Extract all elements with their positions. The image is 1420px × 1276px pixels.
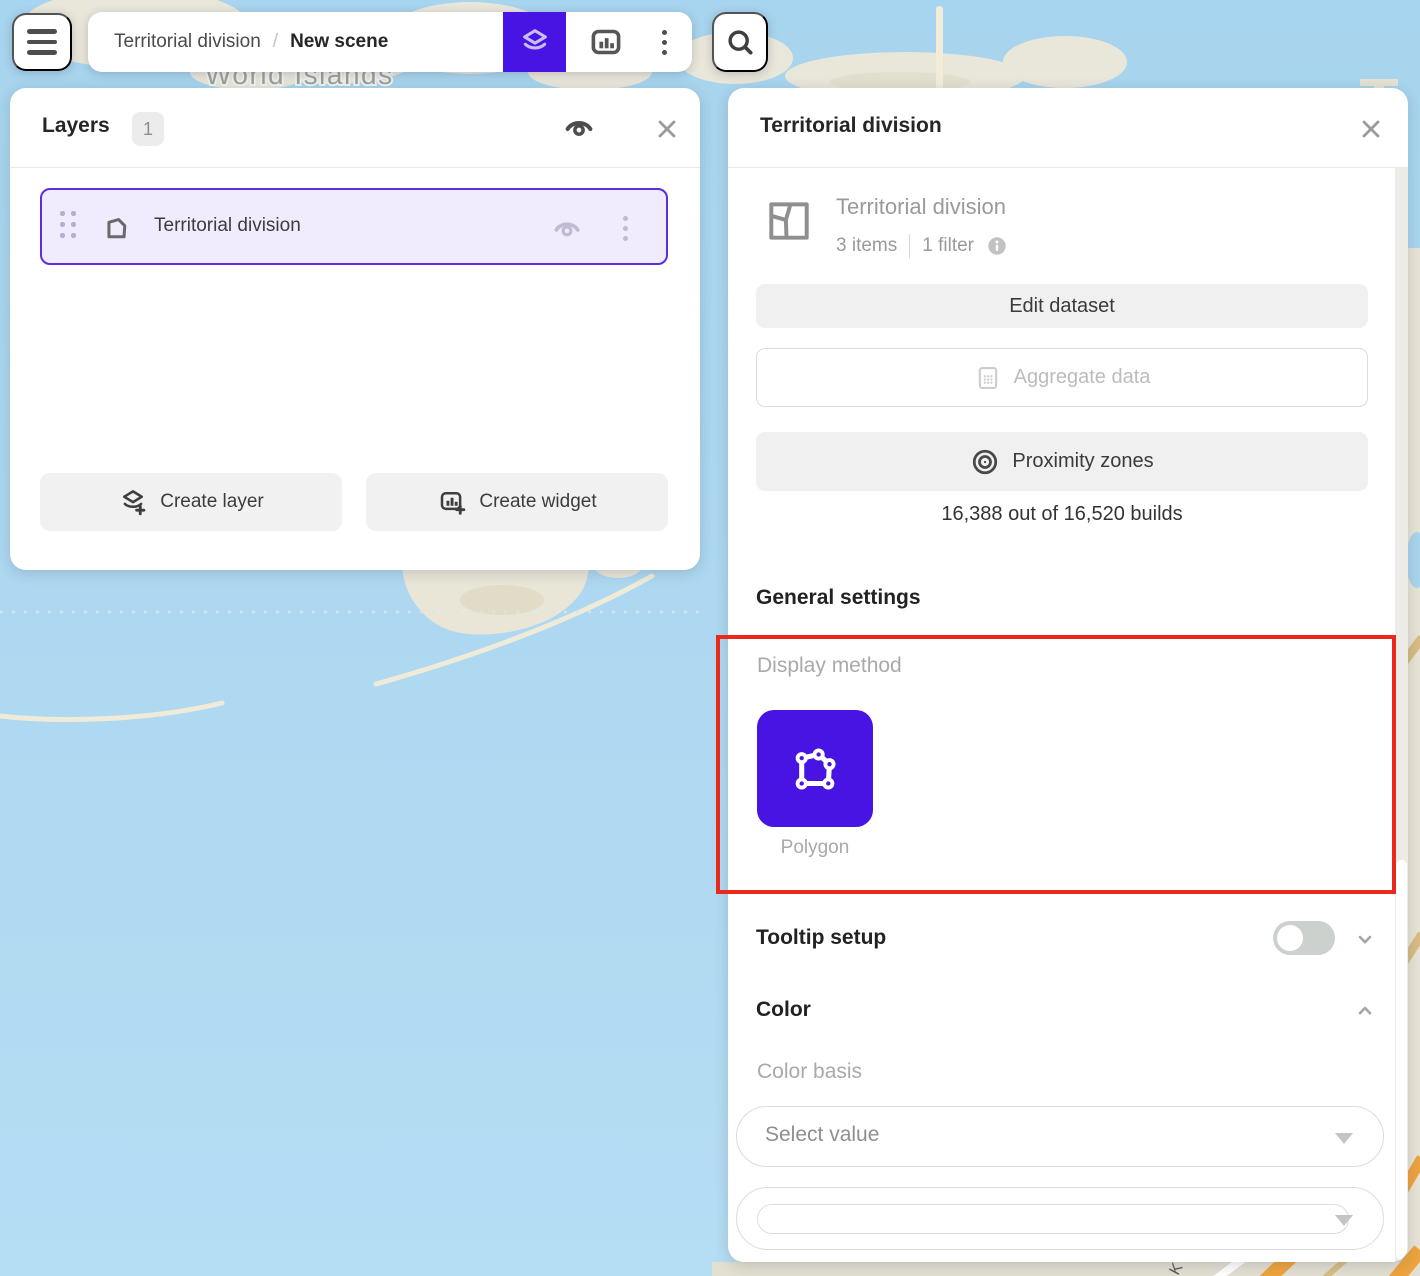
layers-panel-close-button[interactable] (650, 112, 684, 146)
layers-panel: Layers 1 Territorial division (10, 88, 700, 570)
create-layer-label: Create layer (160, 491, 264, 513)
display-method-polygon-tile[interactable] (757, 710, 873, 827)
main-menu-button[interactable] (12, 13, 72, 71)
dataset-items-count: 3 items (836, 235, 897, 257)
drag-handle-icon[interactable] (60, 211, 77, 239)
breadcrumb-project[interactable]: Territorial division (114, 31, 261, 53)
map-bridge-line (936, 6, 943, 90)
document-grid-icon (974, 364, 1002, 392)
dataset-filters-count: 1 filter (922, 235, 974, 257)
hamburger-icon (27, 29, 57, 34)
scene-toolbar: Territorial division / New scene (88, 12, 692, 72)
breadcrumb-separator: / (273, 31, 278, 53)
settings-scrollbar-track (1395, 168, 1408, 1262)
layers-visibility-toggle-button[interactable] (562, 110, 596, 144)
display-method-selected-label: Polygon (757, 837, 873, 859)
create-layer-icon (118, 487, 148, 517)
layers-panel-title: Layers (42, 114, 110, 138)
create-widget-label: Create widget (479, 491, 596, 513)
kebab-icon (623, 216, 628, 241)
tooltip-setup-heading: Tooltip setup (756, 926, 886, 950)
toggle-knob (1277, 925, 1303, 951)
meta-separator (909, 234, 910, 258)
layer-settings-panel: Territorial division Territorial divisio… (728, 88, 1408, 1262)
dropdown-arrow-icon (1335, 1133, 1353, 1144)
layer-menu-button[interactable] (608, 211, 642, 245)
color-ramp-select[interactable] (736, 1187, 1384, 1250)
settings-panel-close-button[interactable] (1354, 112, 1388, 146)
color-section-collapse-button[interactable] (1350, 996, 1380, 1026)
proximity-zones-button[interactable]: Proximity zones (756, 432, 1368, 491)
dropdown-arrow-icon (1335, 1215, 1353, 1226)
color-basis-select-placeholder: Select value (765, 1123, 879, 1147)
general-settings-heading: General settings (756, 586, 921, 610)
edit-dataset-label: Edit dataset (1009, 295, 1115, 318)
dataset-meta: 3 items 1 filter (836, 234, 1008, 258)
display-method-label: Display method (757, 654, 902, 678)
eye-icon (552, 216, 582, 240)
aggregate-data-label: Aggregate data (1014, 366, 1151, 389)
chevron-up-icon (1353, 999, 1377, 1023)
layers-icon (518, 25, 552, 59)
color-basis-label: Color basis (757, 1060, 862, 1084)
widgets-mode-button[interactable] (578, 12, 634, 72)
settings-panel-header: Territorial division (728, 88, 1408, 168)
tooltip-toggle[interactable] (1273, 921, 1335, 955)
create-layer-button[interactable]: Create layer (40, 473, 342, 531)
dataset-map-icon (764, 196, 814, 246)
proximity-zones-label: Proximity zones (1012, 450, 1153, 473)
layer-visibility-toggle-button[interactable] (550, 211, 584, 245)
polygon-icon (100, 212, 133, 245)
create-widget-button[interactable]: Create widget (366, 473, 668, 531)
layers-mode-button[interactable] (503, 12, 566, 72)
dataset-name: Territorial division (836, 194, 1006, 220)
tooltip-section-expand-button[interactable] (1350, 924, 1380, 954)
info-icon[interactable] (986, 235, 1008, 257)
target-icon (970, 447, 1000, 477)
eye-icon (563, 114, 595, 140)
search-button[interactable] (712, 12, 768, 72)
builds-status: 16,388 out of 16,520 builds (728, 503, 1396, 526)
settings-panel-title: Territorial division (760, 114, 942, 138)
aggregate-data-button[interactable]: Aggregate data (756, 348, 1368, 407)
settings-scrollbar-thumb[interactable] (1396, 860, 1407, 1260)
color-basis-select[interactable]: Select value (736, 1106, 1384, 1167)
layers-panel-header: Layers 1 (10, 88, 700, 168)
chevron-down-icon (1353, 927, 1377, 951)
layer-name: Territorial division (154, 215, 301, 237)
color-ramp-preview (757, 1204, 1349, 1234)
polygon-nodes-icon (786, 740, 844, 798)
kebab-icon (662, 30, 667, 55)
toolbar-menu-button[interactable] (640, 12, 688, 72)
edit-dataset-button[interactable]: Edit dataset (756, 284, 1368, 328)
layer-row-territorial-division[interactable]: Territorial division (40, 188, 668, 265)
chart-icon (588, 24, 624, 60)
search-icon (724, 26, 756, 58)
close-icon (1359, 117, 1383, 141)
create-widget-icon (437, 487, 467, 517)
breadcrumb-scene[interactable]: New scene (290, 31, 388, 53)
color-section-heading: Color (756, 998, 811, 1022)
layers-count-badge: 1 (132, 112, 164, 146)
close-icon (655, 117, 679, 141)
